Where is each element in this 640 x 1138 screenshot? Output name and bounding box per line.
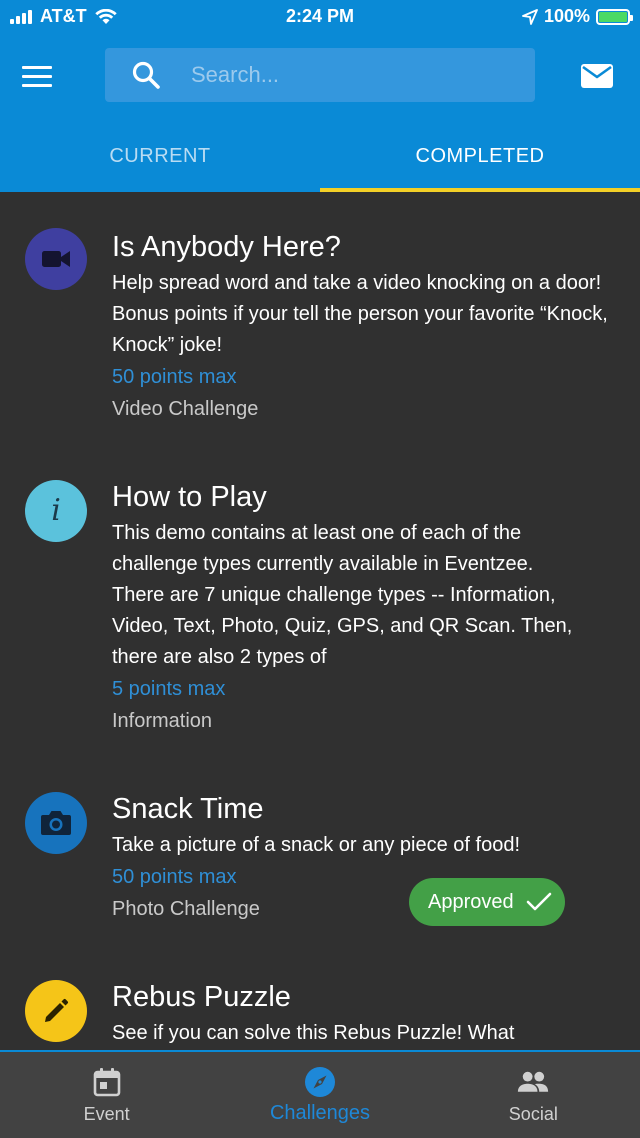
challenge-description: This demo contains at least one of each … xyxy=(112,522,573,668)
app-header: AT&T 2:24 PM 100% Search... CURRENT COMP… xyxy=(0,0,640,192)
challenge-type: Video Challenge xyxy=(112,398,259,420)
status-bar: AT&T 2:24 PM 100% xyxy=(0,0,640,34)
battery-icon xyxy=(596,8,633,25)
compass-icon xyxy=(304,1067,335,1097)
challenge-content: Is Anybody Here? Help spread word and ta… xyxy=(112,228,612,425)
nav-item-social[interactable]: Social xyxy=(427,1052,640,1138)
info-icon: i xyxy=(25,480,87,542)
challenge-title: How to Play xyxy=(112,481,267,513)
challenge-points: 50 points max xyxy=(112,366,237,388)
challenge-points: 5 points max xyxy=(112,678,226,700)
nav-label: Event xyxy=(83,1104,130,1124)
checkmark-icon xyxy=(526,892,551,911)
hamburger-menu-icon[interactable] xyxy=(22,56,66,96)
tab-current[interactable]: CURRENT xyxy=(0,120,320,192)
challenge-content: How to Play This demo contains at least … xyxy=(112,478,612,737)
tab-bar: CURRENT COMPLETED xyxy=(0,120,640,192)
people-icon xyxy=(518,1071,549,1092)
nav-label: Social xyxy=(508,1104,558,1124)
nav-label: Challenges xyxy=(269,1102,371,1124)
approved-label: Approved xyxy=(428,890,514,913)
challenge-description: Take a picture of a snack or any piece o… xyxy=(112,834,521,856)
toolbar xyxy=(0,34,640,120)
battery-percent: 100% xyxy=(543,6,590,26)
status-right: 100% xyxy=(522,6,633,27)
challenge-list: Is Anybody Here? Help spread word and ta… xyxy=(0,192,640,1050)
challenge-description: Help spread word and take a video knocki… xyxy=(112,272,608,356)
nav-item-challenges[interactable]: Challenges xyxy=(213,1052,426,1138)
approved-badge: Approved xyxy=(409,878,565,926)
challenge-title: Rebus Puzzle xyxy=(112,981,291,1013)
challenge-description: See if you can solve this Rebus Puzzle! … xyxy=(112,1022,515,1044)
video-camera-icon xyxy=(25,228,87,290)
challenge-title: Snack Time xyxy=(112,793,264,825)
camera-icon xyxy=(25,792,87,854)
calendar-icon xyxy=(93,1068,120,1097)
pencil-icon xyxy=(25,980,87,1042)
challenge-title: Is Anybody Here? xyxy=(112,231,341,263)
bottom-nav: Event Challenges Social xyxy=(0,1050,640,1138)
search-bar[interactable] xyxy=(105,48,535,102)
search-icon xyxy=(132,61,160,89)
challenge-type: Information xyxy=(112,710,213,732)
tab-completed[interactable]: COMPLETED xyxy=(320,120,640,192)
search-input[interactable] xyxy=(191,62,511,88)
location-arrow-icon xyxy=(522,8,538,25)
challenge-content: Rebus Puzzle See if you can solve this R… xyxy=(112,978,612,1049)
nav-item-event[interactable]: Event xyxy=(0,1052,213,1138)
envelope-icon[interactable] xyxy=(580,62,614,90)
